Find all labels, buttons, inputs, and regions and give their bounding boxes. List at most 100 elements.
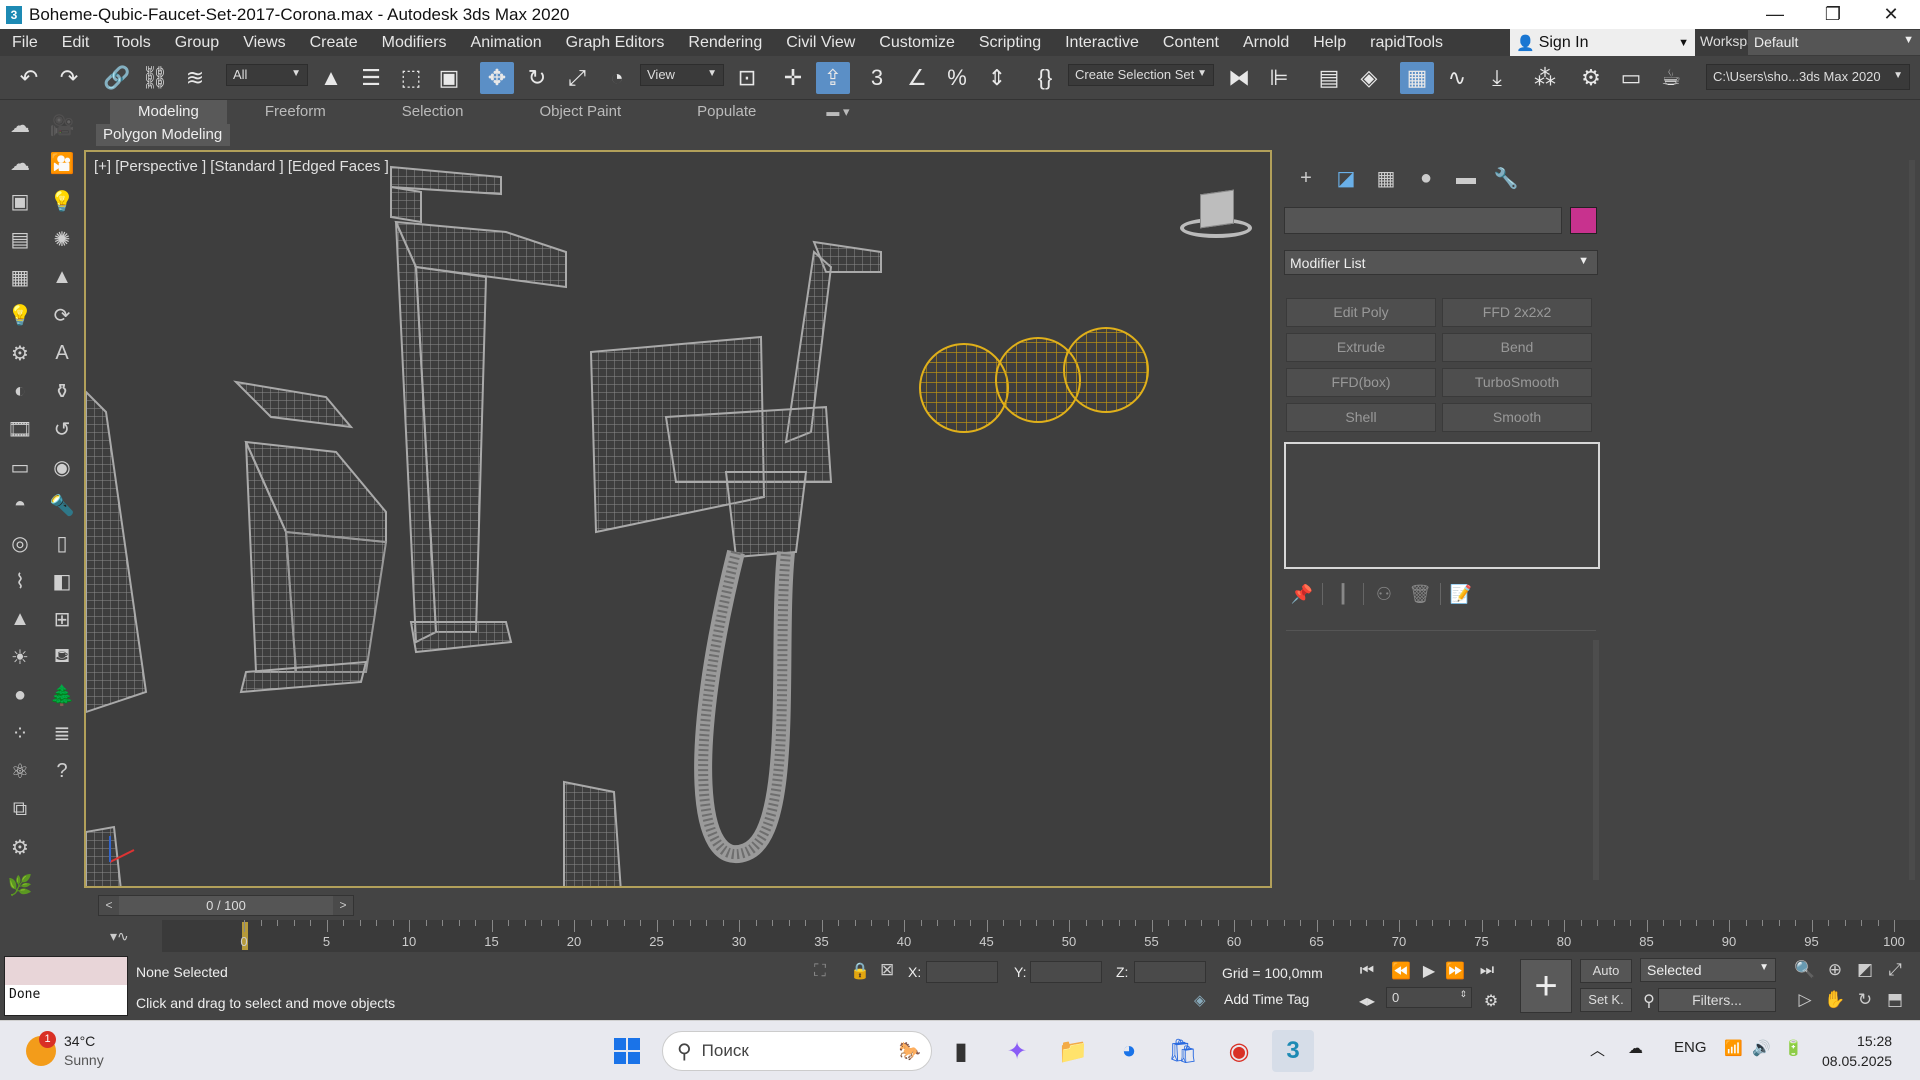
partial-faucet-left[interactable] [86, 390, 148, 714]
molecule-icon[interactable]: ⚛ [4, 756, 36, 786]
shapes-icon[interactable]: ☁ [4, 148, 36, 178]
modifier-list-dropdown[interactable]: Modifier List ▼ [1284, 250, 1598, 275]
angle-snap-icon[interactable]: ∠ [900, 62, 934, 94]
create-tab-plus-icon[interactable]: + [1286, 164, 1326, 192]
menu-views[interactable]: Views [231, 34, 297, 52]
onedrive-icon[interactable]: ☁ [1628, 1039, 1643, 1057]
restore-button[interactable]: ❐ [1804, 0, 1862, 29]
track-bar[interactable]: 0 5 10 15 20 25 30 35 40 45 50 55 60 65 70 75 80 85 90 95 10… [162, 920, 1920, 952]
menu-create[interactable]: Create [298, 34, 370, 52]
play-icon[interactable]: ▶ [1416, 957, 1442, 985]
3dsmax-taskbar-icon[interactable]: 3 [1272, 1030, 1314, 1072]
undo-icon[interactable]: ↶ [12, 62, 46, 94]
bind-space-warp-icon[interactable]: ≋ [178, 62, 212, 94]
refresh-icon[interactable]: ⟳ [46, 300, 78, 330]
minimize-button[interactable]: — [1746, 0, 1804, 29]
turbosmooth-button[interactable]: TurboSmooth [1442, 368, 1592, 397]
cone-icon[interactable]: ▲ [46, 262, 78, 292]
ffd-2x2x2-button[interactable]: FFD 2x2x2 [1442, 298, 1592, 327]
percent-snap-icon[interactable]: % [940, 62, 974, 94]
microsoft-store-icon[interactable]: 🛍 [1162, 1030, 1204, 1072]
drain-piece[interactable] [563, 780, 622, 888]
menu-edit[interactable]: Edit [50, 34, 102, 52]
camera-icon[interactable]: 🎥 [46, 110, 78, 140]
film-icon[interactable]: 🎞 [4, 414, 36, 444]
toggle-ribbon-icon[interactable]: ▦ [1400, 62, 1434, 94]
isolate-selection-icon[interactable]: ⛶ [814, 961, 826, 981]
prev-frame-button[interactable]: < [99, 896, 119, 915]
motion-tab-icon[interactable]: ● [1406, 164, 1446, 192]
extrude-button[interactable]: Extrude [1286, 333, 1436, 362]
make-unique-icon[interactable]: ⚇ [1366, 580, 1402, 608]
key-filters-button[interactable]: Filters... [1658, 988, 1776, 1012]
time-configuration-icon[interactable]: ⚙ [1478, 987, 1504, 1015]
mini-curve-editor-icon[interactable]: ▾∿ [110, 928, 129, 945]
set-key-button[interactable]: Set K. [1580, 988, 1632, 1012]
tab-freeform[interactable]: Freeform [227, 100, 364, 124]
redo-icon[interactable]: ↷ [52, 62, 86, 94]
time-slider[interactable]: < 0 / 100 > [98, 895, 354, 916]
configure-modifier-sets-icon[interactable]: 📝 [1443, 580, 1479, 608]
menu-rapidtools[interactable]: rapidTools [1358, 34, 1455, 52]
command-panel-scrollbar[interactable] [1909, 160, 1915, 880]
dome-icon[interactable]: ◓ [4, 490, 36, 520]
workspace-dropdown[interactable]: Default ▼ [1748, 30, 1920, 55]
list-icon[interactable]: ▤ [4, 224, 36, 254]
menu-scripting[interactable]: Scripting [967, 34, 1053, 52]
ribbon-options-icon[interactable]: ▬ ▾ [826, 104, 849, 120]
menu-help[interactable]: Help [1301, 34, 1358, 52]
sphere-icon[interactable]: ◐ [4, 376, 36, 406]
menu-graph-editors[interactable]: Graph Editors [554, 34, 677, 52]
go-to-start-icon[interactable]: ⏮ [1354, 957, 1380, 985]
lamp-icon[interactable]: 🔦 [46, 490, 78, 520]
ring-icon[interactable]: ◎ [4, 528, 36, 558]
bend-button[interactable]: Bend [1442, 333, 1592, 362]
edge-browser-icon[interactable]: ◕ [1108, 1030, 1150, 1072]
select-manipulate-icon[interactable]: ✛ [776, 62, 810, 94]
spinner-icon[interactable]: ⇕ [1459, 989, 1467, 1000]
teapot-object-icon[interactable]: ⛾ [46, 642, 78, 672]
link-icon[interactable]: 🔗 [100, 62, 134, 94]
select-and-move-icon[interactable]: ✥ [480, 62, 514, 94]
reference-coordinate-dropdown[interactable]: View ▼ [640, 64, 724, 86]
spotlight-icon[interactable]: ▲ [4, 604, 36, 634]
utilities-tab-wrench-icon[interactable]: 🔧 [1486, 164, 1526, 192]
menu-interactive[interactable]: Interactive [1053, 34, 1151, 52]
go-to-end-icon[interactable]: ⏭ [1474, 957, 1500, 985]
trees-icon[interactable]: 🌲 [46, 680, 78, 710]
layout-icon[interactable]: ⊞ [46, 604, 78, 634]
weather-widget[interactable]: 1 34°C Sunny [26, 1031, 104, 1070]
menu-arnold[interactable]: Arnold [1231, 34, 1301, 52]
start-windows-icon[interactable] [606, 1030, 648, 1072]
language-indicator[interactable]: ENG [1674, 1039, 1707, 1056]
rotate-icon[interactable]: ↺ [46, 414, 78, 444]
unlink-icon[interactable]: ⛓ [138, 62, 172, 94]
menu-customize[interactable]: Customize [867, 34, 967, 52]
disc-icon[interactable]: ● [4, 680, 36, 710]
next-frame-icon[interactable]: ⏩ [1442, 957, 1468, 985]
menu-group[interactable]: Group [163, 34, 231, 52]
menu-tools[interactable]: Tools [101, 34, 162, 52]
tab-selection[interactable]: Selection [364, 100, 502, 124]
window-icon[interactable]: ▣ [4, 186, 36, 216]
tab-populate[interactable]: Populate [659, 100, 794, 124]
render-production-icon[interactable]: ☕ [1654, 62, 1688, 94]
task-view-icon[interactable]: ▮ [940, 1030, 982, 1072]
show-hidden-icons-chevron-icon[interactable]: ︿ [1590, 1039, 1605, 1060]
schematic-view-icon[interactable]: ⤓ [1480, 62, 1514, 94]
orbit-icon[interactable]: ↻ [1852, 987, 1878, 1013]
selected-spheres[interactable] [919, 327, 1149, 433]
material-editor-icon[interactable]: ⁂ [1528, 62, 1562, 94]
display-tab-icon[interactable]: ▬ [1446, 164, 1486, 192]
menu-file[interactable]: File [0, 34, 50, 52]
volume-icon[interactable]: 🔊 [1752, 1039, 1771, 1057]
close-button[interactable]: ✕ [1862, 0, 1920, 29]
spinner-snap-icon[interactable]: ⇕ [980, 62, 1014, 94]
help-icon[interactable]: ? [46, 756, 78, 786]
maxscript-listener[interactable]: Done [4, 956, 128, 1016]
lock-selection-icon[interactable]: 🔒 [850, 961, 870, 981]
text-icon[interactable]: A [46, 338, 78, 368]
partial-object-bottom-left[interactable] [86, 825, 122, 888]
sunlight-icon[interactable]: ☀ [4, 642, 36, 672]
modify-tab-icon[interactable]: ◪ [1326, 164, 1366, 192]
